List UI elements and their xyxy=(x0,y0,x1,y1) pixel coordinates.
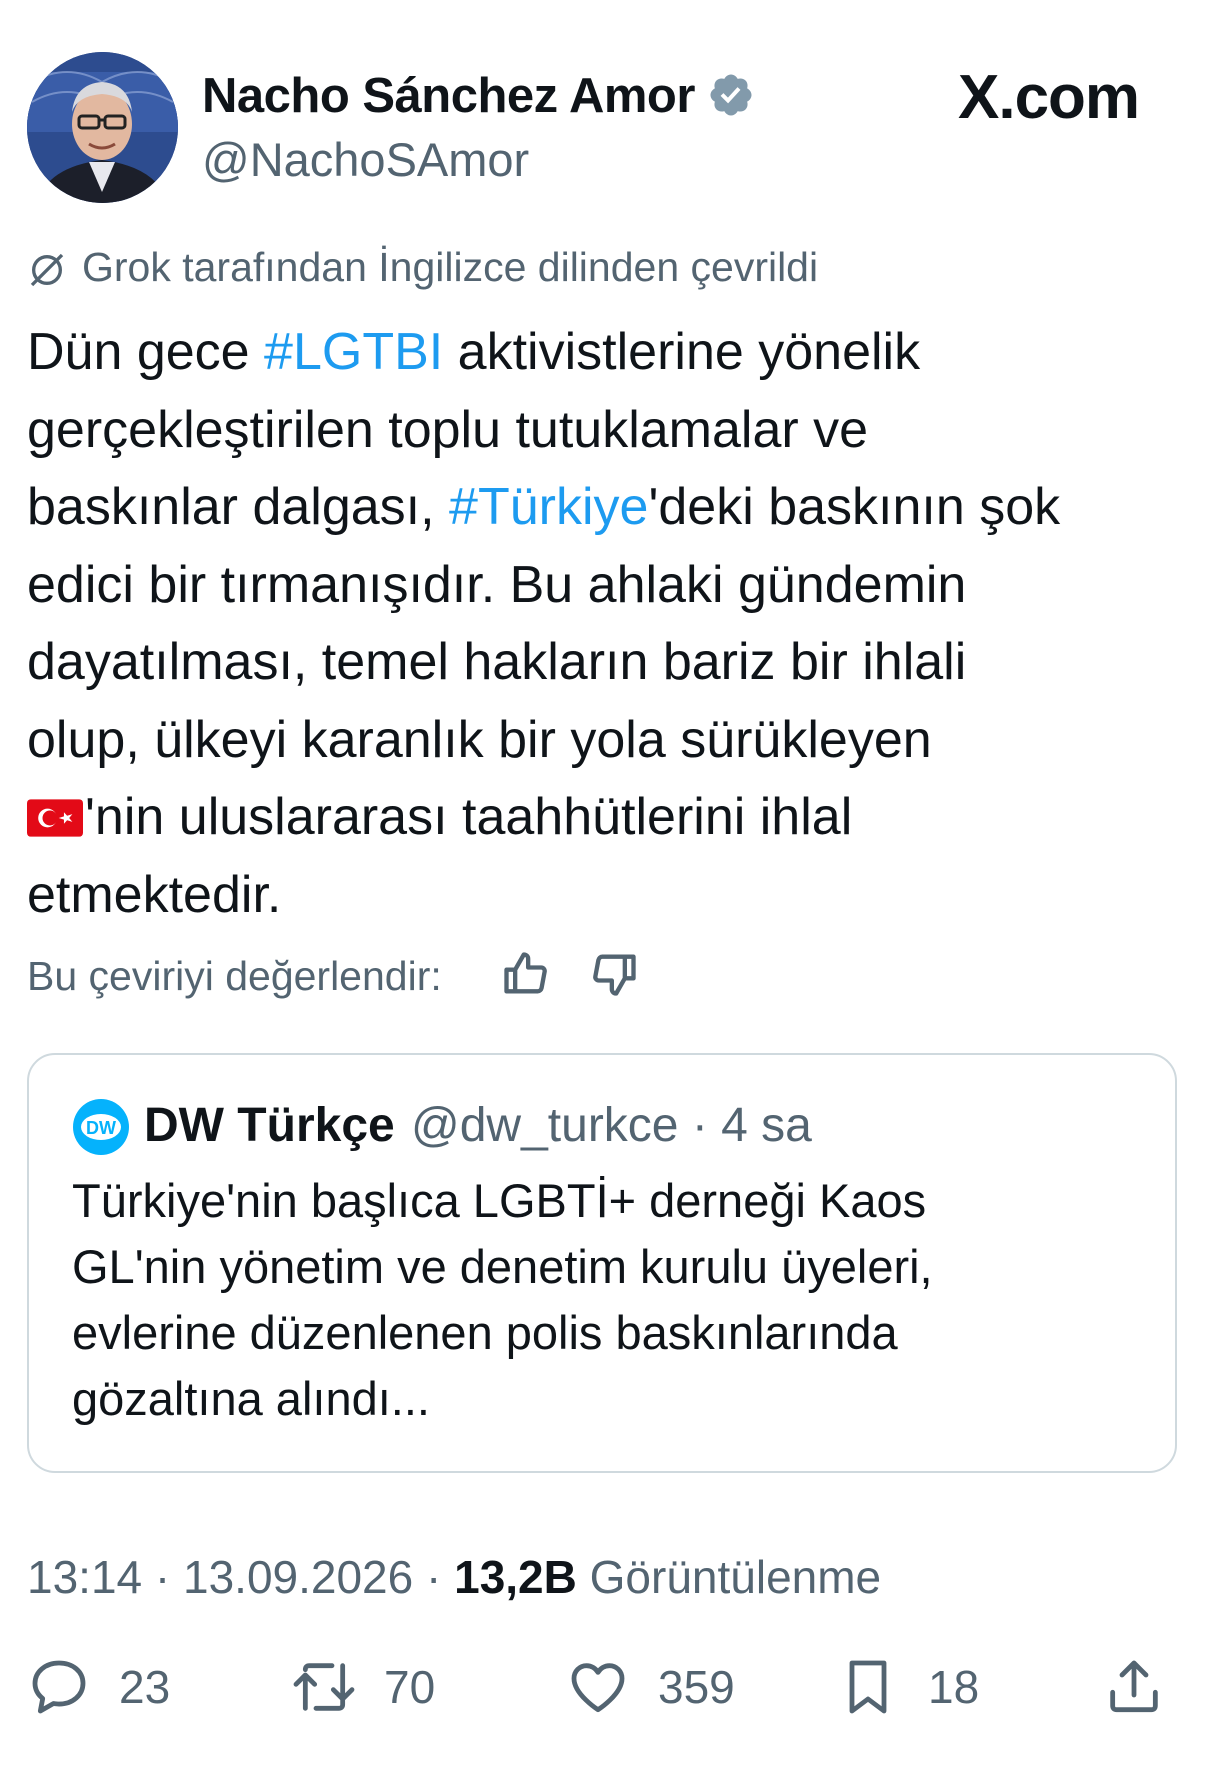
views-label: Görüntülenme xyxy=(576,1551,882,1603)
tweet-line: Dün gece #LGTBI aktivistlerine yönelik xyxy=(27,314,1187,392)
hashtag-link[interactable]: #LGTBI xyxy=(264,323,443,381)
dw-logo-icon: DW xyxy=(73,1099,129,1155)
tweet-timestamp[interactable]: 13:14 · 13.09.2026 · xyxy=(27,1551,454,1603)
bookmark-button[interactable]: 18 xyxy=(836,1655,979,1719)
tweet-line: baskınlar dalgası, #Türkiye'deki baskını… xyxy=(27,469,1187,547)
tweet-line: dayatılması, temel hakların bariz bir ih… xyxy=(27,633,967,691)
quoted-line: evlerine düzenlenen polis baskınlarında xyxy=(72,1306,898,1359)
thumbs-up-icon[interactable] xyxy=(500,948,552,1000)
text-segment: aktivistlerine yönelik xyxy=(443,323,921,381)
tweet-line: etmektedir. xyxy=(27,865,282,924)
quoted-tweet-text: Türkiye'nin başlıca LGBTİ+ derneği Kaos … xyxy=(72,1168,1152,1432)
share-button[interactable] xyxy=(1102,1655,1166,1719)
share-icon xyxy=(1110,1660,1158,1713)
quoted-line: gözaltına alındı... xyxy=(72,1372,430,1425)
translate-icon xyxy=(30,253,64,287)
author-name[interactable]: Nacho Sánchez Amor xyxy=(202,68,695,124)
quoted-author-name[interactable]: DW Türkçe xyxy=(144,1098,395,1153)
tweet-line: gerçekleştirilen toplu tutuklamalar ve xyxy=(27,400,869,459)
heart-icon xyxy=(571,1663,625,1713)
views-count: 13,2B xyxy=(454,1551,577,1603)
author-avatar[interactable] xyxy=(27,52,178,203)
quoted-line: Türkiye'nin başlıca LGBTİ+ derneği Kaos xyxy=(72,1174,927,1227)
tweet-line: edici bir tırmanışıdır. Bu ahlaki gündem… xyxy=(27,555,967,614)
retweet-button[interactable]: 70 xyxy=(292,1655,435,1719)
thumbs-down-icon[interactable] xyxy=(588,948,640,1000)
avatar-image xyxy=(27,52,178,203)
tweet-line: olup, ülkeyi karanlık bir yola sürükleye… xyxy=(27,710,932,769)
reply-count: 23 xyxy=(119,1661,171,1713)
hashtag-link[interactable]: #Türkiye xyxy=(449,478,648,536)
site-logo: X.com xyxy=(958,63,1140,132)
tweet-meta: 13:14 · 13.09.2026 · 13,2B Görüntülenme xyxy=(27,1550,881,1604)
bookmark-icon xyxy=(849,1660,887,1714)
text-segment: baskınlar dalgası, xyxy=(27,478,450,536)
text-segment: Dün gece xyxy=(27,323,265,381)
translation-note: Grok tarafından İngilizce dilinden çevri… xyxy=(82,244,819,290)
dw-logo-text: DW xyxy=(86,1118,116,1138)
tweet-text: Dün gece #LGTBI aktivistlerine yönelik g… xyxy=(27,314,1187,934)
rate-translation-label: Bu çeviriyi değerlendir: xyxy=(27,953,442,999)
author-handle[interactable]: @NachoSAmor xyxy=(202,132,529,187)
text-segment: 'deki baskının şok xyxy=(648,478,1061,536)
turkey-flag-icon xyxy=(27,799,83,837)
verified-badge-icon xyxy=(710,74,752,116)
quoted-line: GL'nin yönetim ve denetim kurulu üyeleri… xyxy=(72,1240,933,1293)
retweet-count: 70 xyxy=(384,1661,436,1713)
retweet-icon xyxy=(293,1663,355,1711)
like-button[interactable]: 359 xyxy=(566,1655,735,1719)
text-segment: 'nin uluslararası taahhütlerini ihlal xyxy=(85,788,853,846)
tweet-line: 'nin uluslararası taahhütlerini ihlal xyxy=(27,779,1187,857)
like-count: 359 xyxy=(658,1661,735,1713)
bookmark-count: 18 xyxy=(928,1661,980,1713)
quoted-author-handle-time[interactable]: @dw_turkce · 4 sa xyxy=(411,1098,812,1153)
reply-button[interactable]: 23 xyxy=(27,1655,170,1719)
reply-icon xyxy=(32,1660,86,1714)
